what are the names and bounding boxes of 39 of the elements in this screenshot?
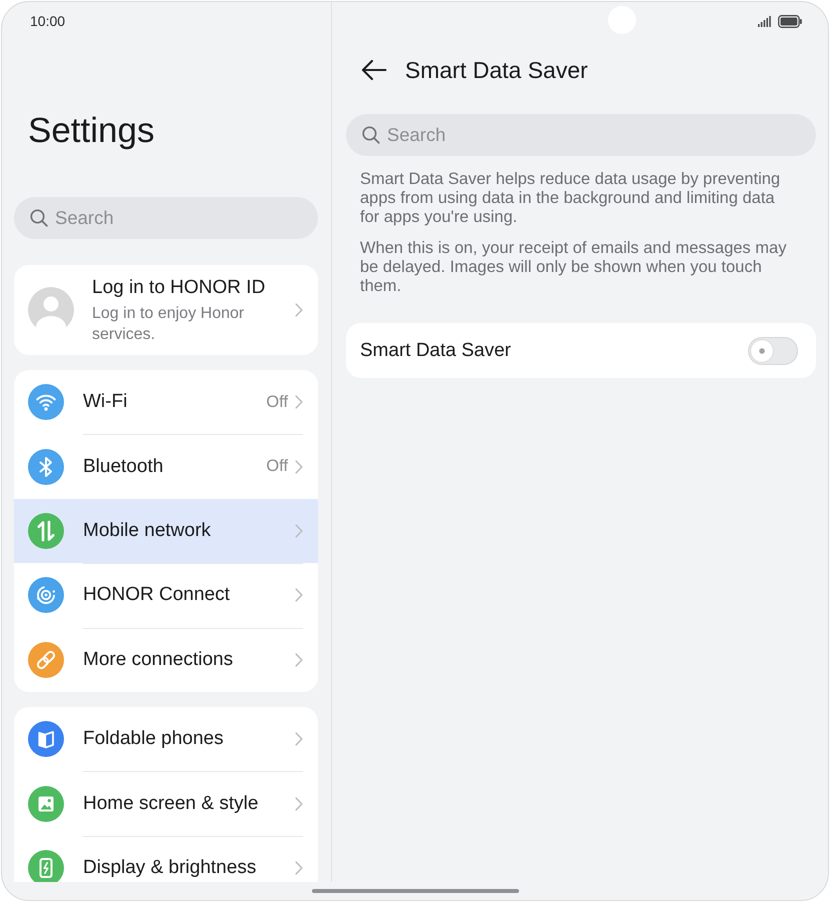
chevron-right-icon (295, 395, 303, 410)
chevron-right-icon (295, 860, 303, 875)
setting-label: Smart Data Saver (360, 340, 511, 362)
settings-item[interactable]: HONOR Connect (14, 563, 318, 628)
back-arrow-icon (361, 59, 387, 81)
settings-item[interactable]: Mobile network (14, 498, 318, 564)
toggle-switch[interactable] (748, 336, 798, 364)
chevron-right-icon (295, 588, 303, 602)
status-time: 10:00 (30, 13, 66, 29)
description-text: When this is on, your receipt of emails and messages may be delayed. Images will only be shown when you touch them. (360, 239, 788, 296)
chevron-right-icon (295, 732, 303, 746)
chevron-right-icon (295, 460, 303, 474)
screen-title: Smart Data Saver (405, 56, 588, 85)
item-value: Off (266, 392, 288, 412)
search-icon (30, 209, 48, 227)
account-subtitle: Log in to enjoy Honor services. (92, 304, 246, 344)
settings-title: Settings (28, 110, 154, 152)
settings-item[interactable]: More connections (14, 628, 318, 692)
avatar-silhouette-icon (28, 287, 74, 333)
settings-item[interactable]: Foldable phones (14, 706, 318, 772)
chevron-right-icon (295, 303, 303, 317)
chevron-right-icon (295, 652, 303, 667)
settings-item[interactable]: Bluetooth Off (14, 434, 318, 499)
search-icon (362, 126, 380, 144)
chevron-right-icon (295, 796, 303, 811)
battery-icon (778, 14, 802, 28)
settings-item[interactable]: Wi-Fi Off (14, 370, 318, 434)
back-button[interactable] (361, 59, 387, 81)
account-title: Log in to HONOR ID (92, 276, 266, 300)
chevron-right-icon (295, 524, 303, 538)
search-field[interactable]: Search (14, 197, 318, 239)
settings-item[interactable]: Home screen & style (14, 771, 318, 836)
description-text: Smart Data Saver helps reduce data usage by preventing apps from using data in the background and limiting data for apps you're using. (360, 170, 782, 227)
signal-icon (758, 16, 771, 26)
item-value: Off (266, 457, 288, 476)
home-indicator[interactable] (312, 889, 518, 893)
account-card[interactable]: Log in to HONOR ID Log in to enjoy Honor services. (14, 265, 318, 355)
settings-item[interactable]: Display & brightness (14, 836, 318, 882)
search-field[interactable]: Search (346, 114, 816, 156)
